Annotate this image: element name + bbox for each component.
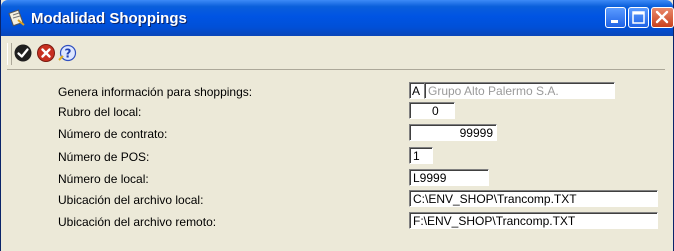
archivo-remoto-label: Ubicación del archivo remoto:: [58, 215, 217, 229]
app-icon: [8, 9, 26, 27]
local-input[interactable]: L9999: [409, 169, 489, 186]
check-icon: [14, 44, 32, 62]
maximize-button[interactable]: [628, 7, 649, 28]
archivo-remoto-input[interactable]: F:\ENV_SHOP\Trancomp.TXT: [409, 212, 658, 229]
help-icon: ?: [58, 44, 77, 62]
title-bar[interactable]: Modalidad Shoppings: [1, 0, 674, 36]
modalidad-shoppings-window: Modalidad Shoppings ? Genera información…: [0, 0, 674, 251]
shopping-code-field[interactable]: A: [409, 82, 425, 99]
local-label: Número de local:: [58, 172, 149, 186]
cancel-icon: [37, 44, 55, 62]
window-title: Modalidad Shoppings: [31, 10, 187, 27]
genera-label: Genera información para shoppings:: [58, 85, 253, 99]
help-button[interactable]: ?: [57, 43, 77, 63]
rubro-label: Rubro del local:: [58, 105, 142, 119]
rubro-input[interactable]: 0: [409, 102, 455, 119]
cancel-button[interactable]: [36, 43, 56, 63]
archivo-local-label: Ubicación del archivo local:: [58, 193, 204, 207]
accept-button[interactable]: [13, 43, 33, 63]
contrato-label: Número de contrato:: [58, 127, 168, 141]
archivo-local-input[interactable]: C:\ENV_SHOP\Trancomp.TXT: [409, 190, 658, 207]
close-icon: [655, 10, 669, 24]
shopping-name-field: Grupo Alto Palermo S.A.: [424, 82, 615, 99]
close-button[interactable]: [651, 7, 674, 28]
pos-input[interactable]: 1: [409, 147, 433, 164]
minimize-icon: [611, 20, 618, 23]
toolbar: ?: [7, 39, 665, 70]
minimize-button[interactable]: [605, 7, 626, 28]
pos-label: Número de POS:: [58, 150, 150, 164]
toolbar-grip[interactable]: [7, 43, 12, 65]
contrato-input[interactable]: 99999: [409, 124, 497, 141]
svg-text:?: ?: [65, 47, 72, 61]
maximize-icon: [632, 11, 645, 24]
